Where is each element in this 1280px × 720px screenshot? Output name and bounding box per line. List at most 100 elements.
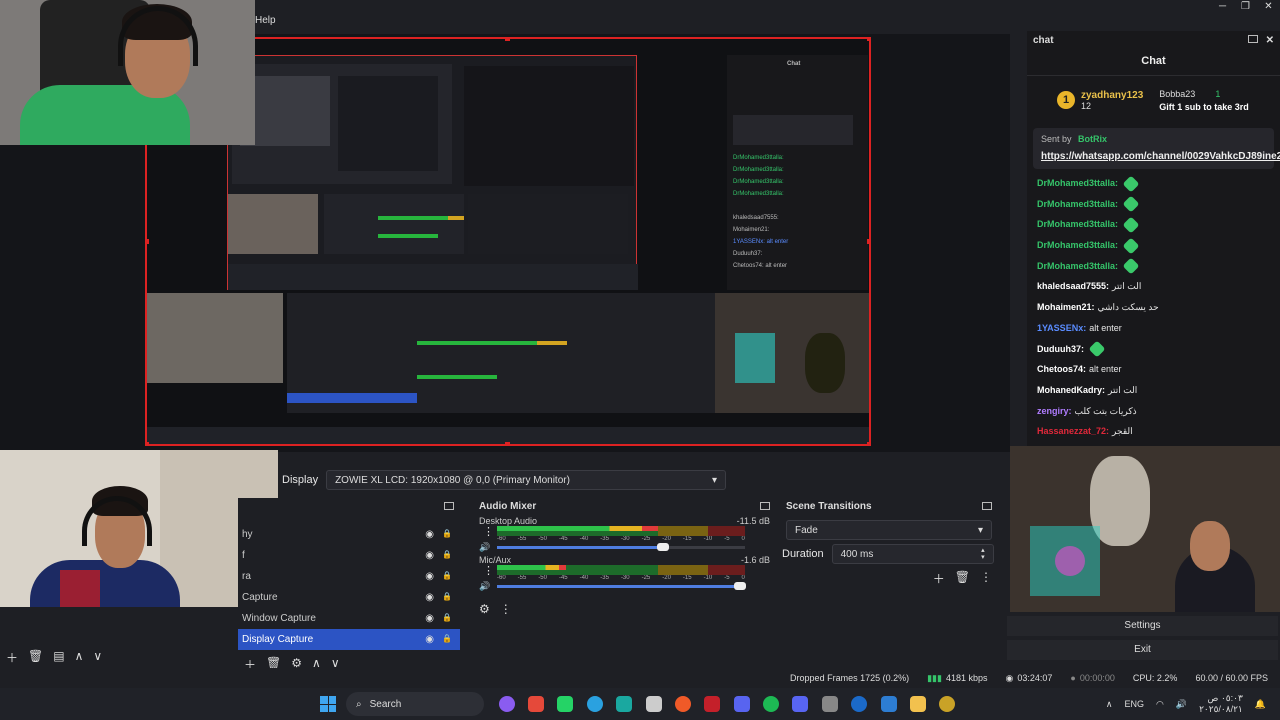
lock-icon[interactable]: 🔒 (442, 550, 452, 561)
display-bar: Display ZOWIE XL LCD: 1920x1080 @ 0,0 (P… (278, 468, 1008, 492)
notification-icon[interactable]: 🔔 (1255, 699, 1266, 710)
transitions-toolbar: ＋ 🗑 ⋮ (780, 566, 998, 591)
chat-username[interactable]: DrMohamed3ttalla: (1037, 219, 1118, 229)
visibility-icon[interactable]: ◉ (425, 613, 434, 624)
source-controls: ◉ 🔒 (425, 592, 452, 603)
obs-icon[interactable] (821, 696, 838, 712)
league-icon[interactable] (939, 696, 956, 712)
add-icon[interactable]: ＋ (6, 649, 18, 666)
slider-handle[interactable] (734, 582, 747, 590)
settings-button[interactable]: Settings (1007, 616, 1278, 636)
volume-icon[interactable]: 🔊 (1176, 699, 1187, 710)
chat-username[interactable]: Chetoos74: (1037, 364, 1086, 374)
spotify-icon[interactable] (763, 696, 780, 712)
volume-meter (497, 565, 745, 575)
trash-icon[interactable]: 🗑 (955, 570, 970, 587)
chat-username[interactable]: DrMohamed3ttalla: (1037, 178, 1118, 188)
chat-username[interactable]: Mohaimen21: (1037, 302, 1095, 312)
chrome-icon[interactable] (528, 696, 545, 712)
record-icon: ● (1070, 673, 1076, 683)
lock-icon[interactable]: 🔒 (442, 529, 452, 540)
undock-icon[interactable] (1247, 34, 1258, 43)
visibility-icon[interactable]: ◉ (425, 550, 434, 561)
close-dock-icon[interactable]: ✕ (1266, 35, 1274, 46)
gear-icon[interactable]: ⚙ (479, 602, 490, 616)
undock-icon[interactable] (444, 502, 454, 510)
lock-icon[interactable]: 🔒 (442, 634, 452, 645)
track-menu-icon[interactable]: ⋮ (483, 564, 494, 577)
trash-icon[interactable]: 🗑 (28, 649, 43, 666)
filter-icon[interactable]: ▤ (53, 649, 64, 666)
brave-icon[interactable] (674, 696, 691, 712)
steam-icon[interactable] (851, 696, 868, 712)
source-controls: ◉ 🔒 (425, 550, 452, 561)
pinned-message[interactable]: Sent by BotRix https://whatsapp.com/chan… (1033, 128, 1280, 169)
slider-handle[interactable] (657, 543, 670, 551)
visibility-icon[interactable]: ◉ (425, 634, 434, 645)
source-item[interactable]: hy ◉ 🔒 (238, 524, 460, 545)
visibility-icon[interactable]: ◉ (425, 529, 434, 540)
source-item[interactable]: f ◉ 🔒 (238, 545, 460, 566)
duration-spinbox[interactable]: 400 ms ▴ ▾ (831, 544, 994, 564)
edge-icon[interactable] (616, 696, 633, 712)
lock-icon[interactable]: 🔒 (442, 571, 452, 582)
track-menu-icon[interactable]: ⋮ (483, 525, 494, 538)
minimize-icon[interactable]: ─ (1211, 0, 1234, 16)
mute-icon[interactable]: 🔊 (479, 581, 490, 592)
move-up-icon[interactable]: ∧ (75, 649, 84, 666)
add-icon[interactable]: ＋ (933, 570, 945, 587)
display-select[interactable]: ZOWIE XL LCD: 1920x1080 @ 0,0 (Primary M… (326, 470, 727, 490)
undock-icon[interactable] (982, 502, 992, 510)
more-menu-icon[interactable]: ⋮ (500, 602, 512, 616)
vscode-icon[interactable] (880, 696, 897, 712)
app-icon[interactable] (645, 696, 662, 712)
chat-username[interactable]: MohanedKadry: (1037, 385, 1105, 395)
source-item[interactable]: Window Capture ◉ 🔒 (238, 608, 460, 629)
teams-icon[interactable] (733, 696, 750, 712)
mute-icon[interactable]: 🔊 (479, 542, 490, 553)
chat-username[interactable]: zengiry: (1037, 406, 1072, 416)
undock-icon[interactable] (760, 502, 770, 510)
menu-help[interactable]: Help (255, 15, 276, 26)
source-item[interactable]: Display Capture ◉ 🔒 (238, 629, 460, 650)
chat-username[interactable]: 1YASSENx: (1037, 323, 1086, 333)
chevron-up-icon[interactable]: ∧ (1106, 699, 1113, 710)
move-down-icon[interactable]: ∨ (93, 649, 102, 666)
chat-username[interactable]: DrMohamed3ttalla: (1037, 261, 1118, 271)
webcam-bottom-right (1010, 446, 1280, 612)
close-icon[interactable]: ✕ (1257, 0, 1280, 16)
copilot-icon[interactable] (498, 696, 515, 712)
language-indicator[interactable]: ENG (1125, 699, 1145, 709)
source-item[interactable]: Capture ◉ 🔒 (238, 587, 460, 608)
opera-icon[interactable] (704, 696, 721, 712)
scale-tick: -60 (497, 536, 506, 542)
volume-slider[interactable] (497, 543, 745, 551)
restore-icon[interactable]: ❐ (1234, 0, 1257, 16)
more-menu-icon[interactable]: ⋮ (980, 570, 992, 587)
transition-select[interactable]: Fade ▾ (786, 520, 992, 540)
chat-username[interactable]: DrMohamed3ttalla: (1037, 199, 1118, 209)
lock-icon[interactable]: 🔒 (442, 613, 452, 624)
chat-username[interactable]: Hassanezzat_72: (1037, 426, 1109, 436)
whatsapp-icon[interactable] (557, 696, 574, 712)
visibility-icon[interactable]: ◉ (425, 592, 434, 603)
wifi-icon[interactable]: ◠ (1156, 699, 1164, 710)
chat-username[interactable]: Duduuh37: (1037, 344, 1084, 354)
telegram-icon[interactable] (586, 696, 603, 712)
volume-slider[interactable] (497, 582, 747, 590)
exit-button[interactable]: Exit (1007, 640, 1278, 660)
file-explorer-icon[interactable] (909, 696, 926, 712)
lock-icon[interactable]: 🔒 (442, 592, 452, 603)
stream-time: 03:24:07 (1017, 673, 1053, 683)
taskbar-search[interactable]: ⌕ Search (346, 692, 484, 716)
source-item[interactable]: ra ◉ 🔒 (238, 566, 460, 587)
windows-start-icon[interactable] (320, 696, 336, 712)
chat-username[interactable]: khaledsaad7555: (1037, 281, 1109, 291)
chat-username[interactable]: DrMohamed3ttalla: (1037, 240, 1118, 250)
clock[interactable]: ٠٥:٠٣ ص ٢٠٢٥/٠٨/٢١ (1199, 693, 1243, 715)
pinned-link[interactable]: https://whatsapp.com/channel/0029VahkcDJ… (1041, 150, 1280, 163)
source-label: ra (242, 571, 251, 582)
discord-icon[interactable] (792, 696, 809, 712)
visibility-icon[interactable]: ◉ (425, 571, 434, 582)
source-controls: ◉ 🔒 (425, 529, 452, 540)
